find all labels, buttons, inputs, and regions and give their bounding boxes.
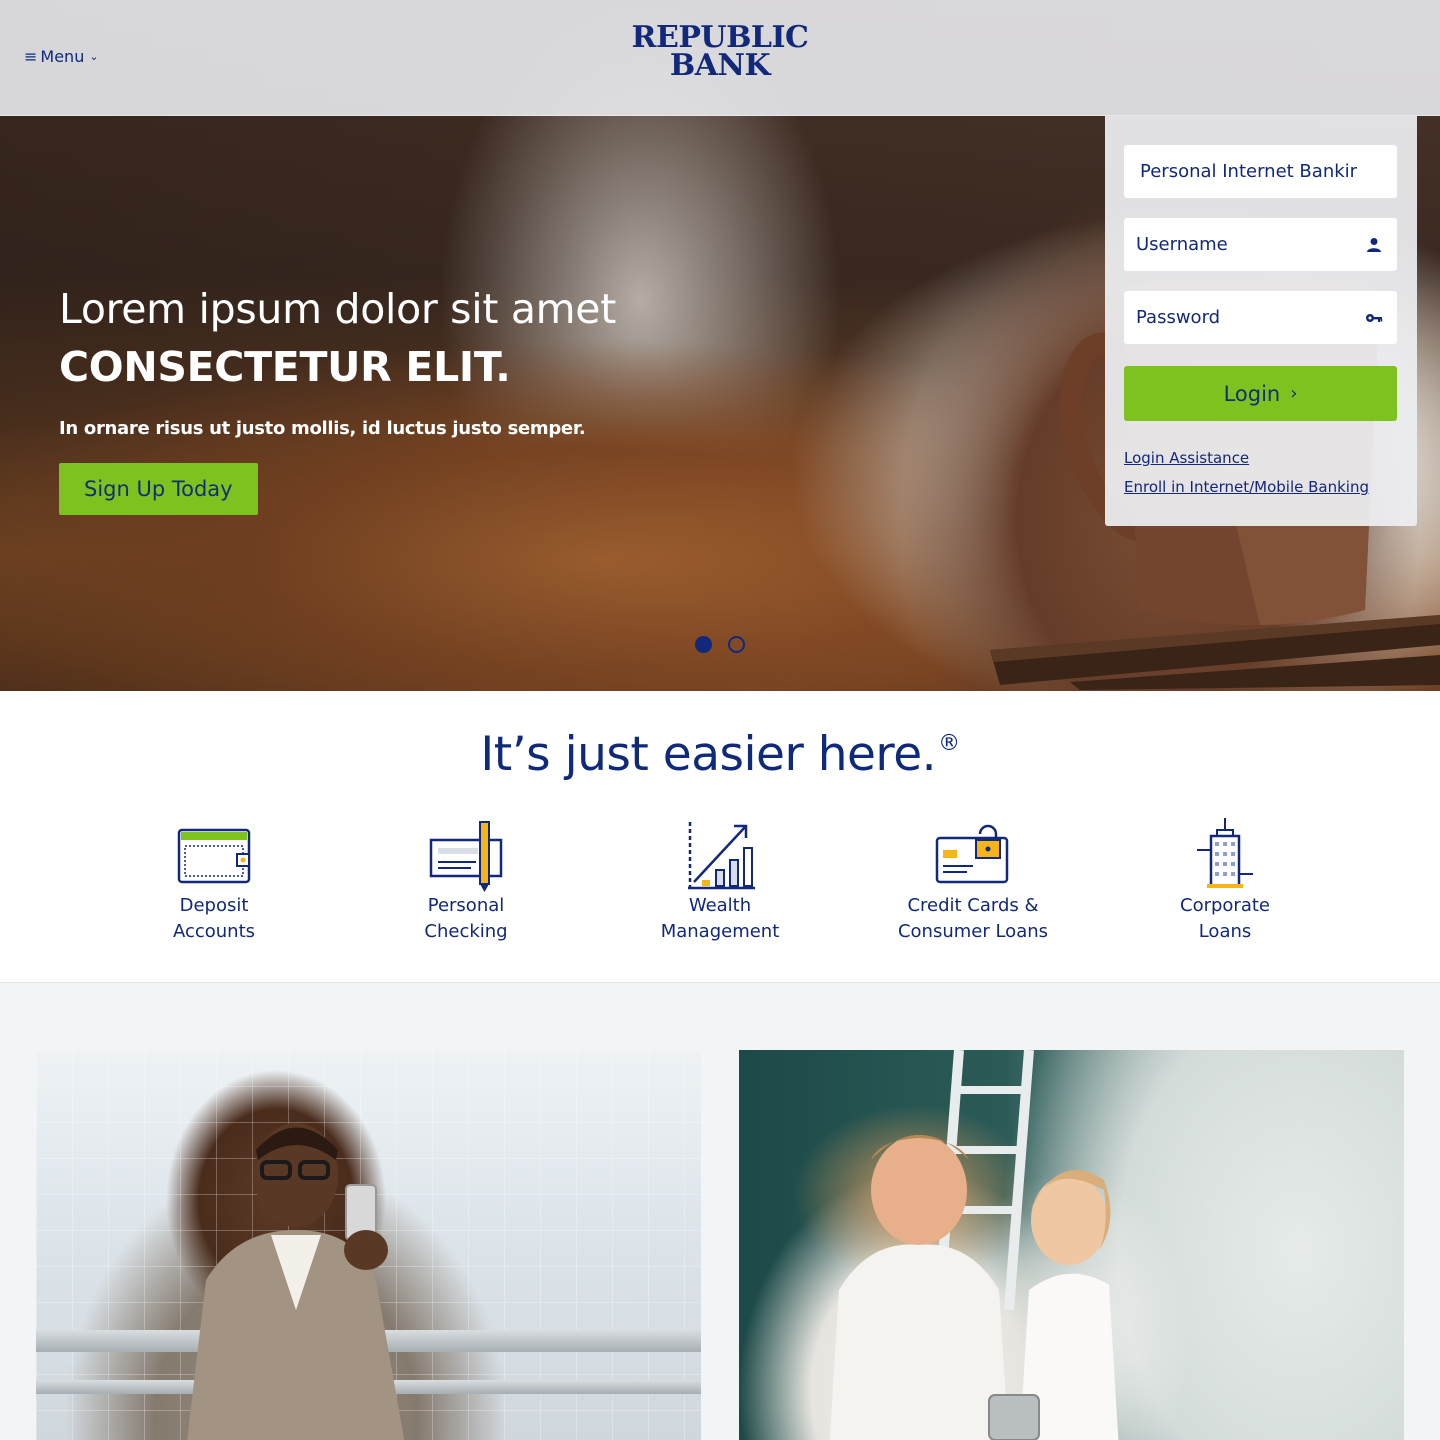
wallet-icon	[177, 828, 251, 884]
logo-line-2: BANK	[669, 48, 771, 83]
father-daughter-figure	[829, 1135, 1119, 1440]
republic-bank-logo[interactable]: REPUBLIC BANK	[620, 23, 820, 83]
promo-card-family-image[interactable]	[739, 1050, 1404, 1440]
carousel-indicators	[695, 636, 745, 653]
chevron-down-icon: ⌄	[89, 50, 99, 63]
carousel-dot-1[interactable]	[695, 636, 712, 653]
login-panel: Personal Internet Bankir Username Passwo…	[1105, 116, 1417, 526]
category-credit-cards-loans[interactable]: Credit Cards & Consumer Loans	[873, 818, 1073, 945]
menu-label: Menu	[40, 47, 85, 66]
account-type-value: Personal Internet Bankir	[1140, 161, 1358, 182]
category-wealth-management[interactable]: Wealth Management	[620, 818, 820, 945]
category-label: Personal	[427, 895, 505, 916]
category-label: Accounts	[172, 921, 256, 942]
carousel-dot-2[interactable]	[728, 636, 745, 653]
enroll-link[interactable]: Enroll in Internet/Mobile Banking	[1124, 478, 1369, 496]
menu-button[interactable]: ≡ Menu ⌄	[24, 47, 99, 66]
username-field[interactable]: Username	[1124, 218, 1397, 271]
man-with-phone-figure	[187, 1123, 405, 1440]
chevron-right-icon: ›	[1290, 383, 1298, 404]
category-label: Checking	[424, 921, 508, 942]
login-label: Login	[1223, 381, 1281, 406]
category-personal-checking[interactable]: Personal Checking	[366, 818, 566, 945]
hero-title-bold: CONSECTETUR ELIT.	[59, 343, 511, 391]
key-icon	[1366, 313, 1383, 322]
hero-copy: Lorem ipsum dolor sit amet CONSECTETUR E…	[59, 280, 616, 515]
site-header: ≡ Menu ⌄ REPUBLIC BANK	[0, 0, 1440, 116]
account-type-select[interactable]: Personal Internet Bankir	[1124, 145, 1397, 198]
hamburger-icon: ≡	[24, 47, 38, 66]
login-button[interactable]: Login ›	[1124, 366, 1397, 421]
credit-card-lock-icon	[935, 824, 1009, 884]
sign-up-button[interactable]: Sign Up Today	[59, 463, 258, 515]
login-assistance-link[interactable]: Login Assistance	[1124, 449, 1249, 467]
growth-chart-icon	[688, 822, 755, 890]
category-label: Management	[660, 921, 780, 942]
category-label: Consumer Loans	[897, 921, 1049, 942]
username-placeholder: Username	[1136, 234, 1228, 255]
hero-title: Lorem ipsum dolor sit amet	[59, 285, 616, 333]
password-field[interactable]: Password	[1124, 291, 1397, 344]
category-deposit-accounts[interactable]: Deposit Accounts	[114, 818, 314, 945]
hero-subtitle: In ornare risus ut justo mollis, id luct…	[59, 418, 586, 439]
promo-card-mobile-banking-image[interactable]	[36, 1050, 701, 1440]
category-label: Corporate	[1180, 895, 1270, 916]
check-pen-icon	[429, 821, 503, 892]
category-label: Wealth	[688, 895, 752, 916]
building-icon	[1197, 818, 1253, 888]
category-corporate-loans[interactable]: Corporate Loans	[1125, 818, 1325, 945]
category-label: Loans	[1198, 921, 1252, 942]
coaster-image	[990, 615, 1440, 690]
registered-mark: ®	[938, 731, 960, 756]
category-label: Credit Cards &	[907, 895, 1039, 916]
category-label: Deposit	[179, 895, 249, 916]
tagline: It’s just easier here.®	[0, 727, 1440, 782]
tagline-text: It’s just easier here.	[480, 727, 937, 782]
user-icon	[1367, 237, 1381, 252]
password-placeholder: Password	[1136, 307, 1221, 328]
